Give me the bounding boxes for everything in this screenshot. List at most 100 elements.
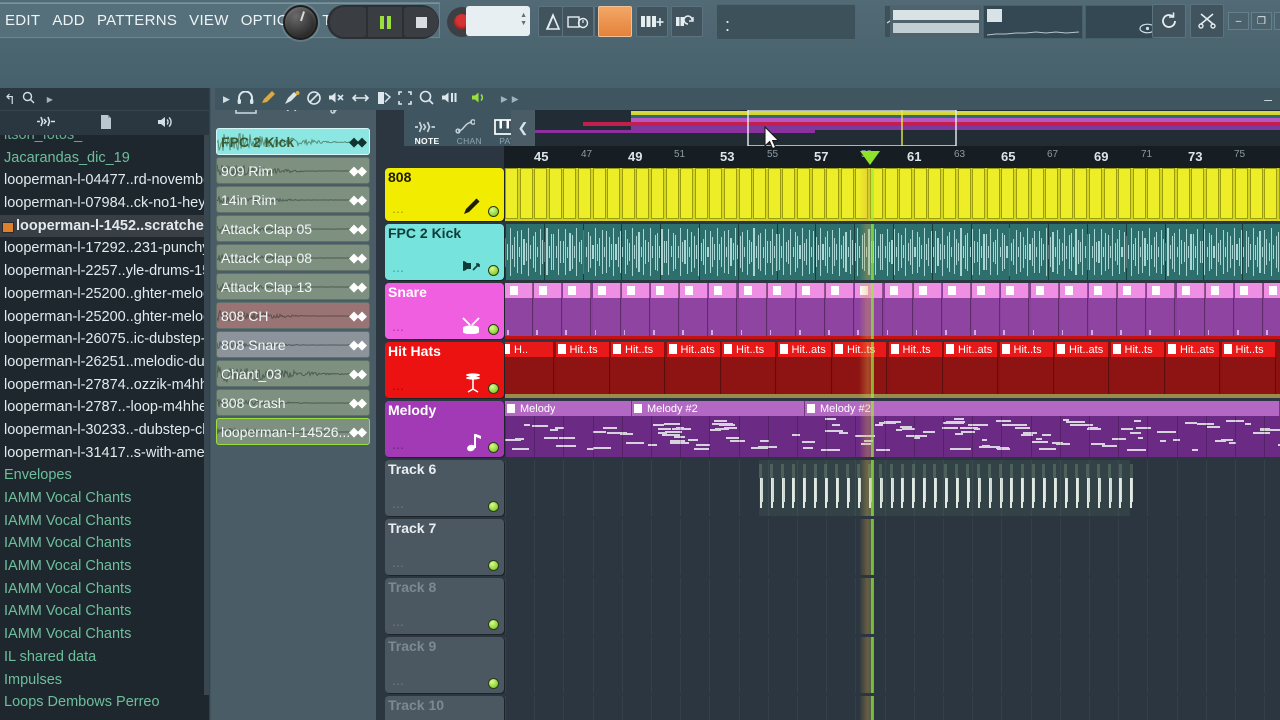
tempo-spinner[interactable]: ▲ ▼ [520, 12, 527, 28]
track-lane[interactable] [505, 696, 1280, 720]
track-lane[interactable] [505, 519, 1280, 575]
speaker-icon[interactable] [156, 115, 174, 132]
channel-move-icon[interactable]: ◆◆ [349, 163, 367, 179]
track-header[interactable]: Track 6 ⋯ [385, 460, 504, 516]
channel-move-icon[interactable]: ◆◆ [349, 250, 367, 266]
wait-for-input-button[interactable] [562, 6, 594, 37]
browser-file-list[interactable]: itson_fotos_ Jacarandas_dic_19 looperman-l… [0, 135, 209, 720]
channel-item[interactable]: 808 CH ◆◆ [216, 302, 370, 329]
browser-item[interactable]: looperman-l-04477..rd-november-2019 [0, 169, 209, 192]
loop-pattern-button[interactable] [671, 6, 703, 37]
browser-item[interactable]: looperman-l-2257..yle-drums-150bpm [0, 260, 209, 283]
play-pause-button[interactable] [368, 7, 402, 37]
channel-item[interactable]: 808 Snare ◆◆ [216, 331, 370, 358]
select-brackets-icon[interactable] [398, 90, 412, 108]
track-header[interactable]: 808 ⋯ [385, 168, 504, 221]
track-dots-icon[interactable]: ⋯ [392, 205, 405, 219]
search-icon[interactable] [22, 91, 35, 107]
track-header[interactable]: Track 9 ⋯ [385, 637, 504, 693]
track-dots-icon[interactable]: ⋯ [392, 323, 405, 337]
minimize-button[interactable]: – [1228, 12, 1249, 30]
browser-item[interactable]: itson_fotos_ [0, 135, 209, 147]
track-dots-icon[interactable]: ⋯ [392, 441, 405, 455]
slip-arrows-icon[interactable] [351, 92, 370, 107]
file-icon[interactable] [99, 114, 113, 133]
track-led[interactable] [488, 619, 499, 630]
browser-item[interactable]: IAMM Vocal Chants [0, 487, 209, 510]
browser-item[interactable]: looperman-l-2787..-loop-m4hhe-loops [0, 396, 209, 419]
track-dots-icon[interactable]: ⋯ [392, 500, 405, 514]
zoom-icon[interactable] [419, 90, 434, 108]
track-header[interactable]: Track 8 ⋯ [385, 578, 504, 634]
track-lane[interactable] [505, 283, 1280, 339]
browser-item[interactable]: IAMM Vocal Chants [0, 532, 209, 555]
channel-item[interactable]: Chant_03 ◆◆ [216, 360, 370, 387]
browser-item[interactable]: IAMM Vocal Chants [0, 623, 209, 646]
track-lane[interactable]: H.. Hit..ts Hit..ts Hit..ats Hit..ts Hit..ats… [505, 342, 1280, 398]
channel-move-icon[interactable]: ◆◆ [349, 134, 367, 150]
paint-brush-icon[interactable] [284, 90, 300, 108]
track-led[interactable] [488, 265, 499, 276]
track-dots-icon[interactable]: ⋯ [392, 264, 405, 278]
channel-item[interactable]: looperman-l-14526... ◆◆ [216, 418, 370, 445]
browser-item[interactable]: Loops Dembows Perreo [0, 691, 209, 714]
channel-item[interactable]: Attack Clap 13 ◆◆ [216, 273, 370, 300]
breadcrumb[interactable]: ▸ ▸ [499, 91, 521, 107]
browser-item[interactable]: Impulses [0, 669, 209, 692]
stop-button[interactable] [404, 7, 438, 37]
track-header[interactable]: Hit Hats ⋯ [385, 342, 504, 398]
channel-move-icon[interactable]: ◆◆ [349, 424, 367, 440]
headphone-icon[interactable] [237, 90, 254, 107]
track-header[interactable]: Track 10⋯ [385, 696, 504, 720]
mute-slash-icon[interactable] [307, 90, 321, 108]
track-dots-icon[interactable]: ⋯ [392, 382, 405, 396]
minimize-playlist-button[interactable]: – [1264, 91, 1272, 107]
playback-speaker-icon[interactable] [441, 91, 458, 107]
playlist-minimap[interactable]: ❮ [511, 110, 1280, 146]
channel-move-icon[interactable]: ◆◆ [349, 337, 367, 353]
track-header[interactable]: Melody ⋯ [385, 401, 504, 457]
back-icon[interactable]: ↰ [4, 91, 16, 108]
playlist-menu-arrow-icon[interactable]: ▶ [223, 94, 230, 105]
track-led[interactable] [488, 678, 499, 689]
chan-tool-icon[interactable] [454, 119, 476, 137]
minimap-collapse-button[interactable]: ❮ [511, 110, 535, 146]
playlist-green-speaker-icon[interactable] [471, 91, 488, 107]
track-led[interactable] [488, 560, 499, 571]
menu-item-patterns[interactable]: PATTERNS [91, 12, 183, 29]
browser-item[interactable]: Envelopes [0, 464, 209, 487]
chevron-right-icon[interactable]: ▶ [47, 95, 53, 104]
track-led[interactable] [488, 206, 499, 217]
track-lane[interactable] [505, 578, 1280, 634]
window-controls[interactable]: –❐✕ [1228, 12, 1280, 30]
browser-item[interactable]: looperman-l-26075..ic-dubstep-drop-1 [0, 328, 209, 351]
track-led[interactable] [488, 442, 499, 453]
draw-pencil-icon[interactable] [261, 90, 277, 108]
channel-item[interactable]: 909 Rim ◆◆ [216, 157, 370, 184]
maximize-button[interactable]: ❐ [1251, 12, 1272, 30]
channel-item[interactable]: 14in Rim ◆◆ [216, 186, 370, 213]
note-tool-icon[interactable] [414, 120, 436, 137]
track-header[interactable]: Snare ⋯ [385, 283, 504, 339]
track-lane[interactable] [505, 460, 1280, 516]
browser-item[interactable]: looperman-l-25200..ghter-melody-pt-2 [0, 306, 209, 329]
browser-item[interactable]: looperman-l-26251..melodic-dubstep-2 [0, 351, 209, 374]
track-lane[interactable]: Melody Melody #2 Melody #2 [505, 401, 1280, 457]
channel-move-icon[interactable]: ◆◆ [349, 221, 367, 237]
track-led[interactable] [488, 383, 499, 394]
pattern-selector-button[interactable] [598, 6, 632, 37]
track-header[interactable]: Track 7 ⋯ [385, 519, 504, 575]
browser-item[interactable]: looperman-l-07984..ck-no1-hey-chants [0, 192, 209, 215]
track-dots-icon[interactable]: ⋯ [392, 559, 405, 573]
shuffle-button[interactable] [1190, 4, 1224, 38]
channel-item[interactable]: Attack Clap 05 ◆◆ [216, 215, 370, 242]
browser-item[interactable]: looperman-l-17292..231-punchy-drums [0, 237, 209, 260]
master-pitch-knob[interactable] [283, 5, 318, 40]
browser-item[interactable]: looperman-l-1452..scratches-4-out-4 [0, 214, 209, 238]
browser-item[interactable]: IAMM Vocal Chants [0, 578, 209, 601]
close-button[interactable]: ✕ [1274, 12, 1280, 30]
slice-icon[interactable] [376, 91, 392, 108]
channel-item[interactable]: FPC 2 Kick ◆◆ [216, 128, 370, 155]
channel-list[interactable]: FPC 2 Kick ◆◆ 909 Rim ◆◆ 14in Rim ◆◆ Attack Cl… [211, 126, 376, 447]
track-header[interactable]: FPC 2 Kick ⋯ [385, 224, 504, 280]
